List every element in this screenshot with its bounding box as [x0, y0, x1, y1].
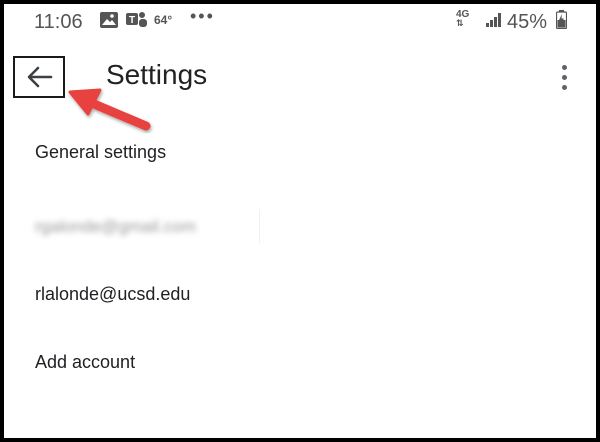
- signal-icon: [486, 13, 502, 32]
- add-account-item[interactable]: Add account: [35, 352, 135, 373]
- status-bar: 11:06 T 64° ••• 4G ⇅ 45%: [4, 4, 596, 34]
- general-settings-item[interactable]: General settings: [35, 142, 166, 163]
- more-notifications-icon: •••: [190, 6, 215, 26]
- account-item-blurred[interactable]: rgalonde@gmail.com: [4, 209, 260, 243]
- account-email-blurred: rgalonde@gmail.com: [35, 217, 196, 236]
- network-type: 4G ⇅: [456, 10, 469, 28]
- annotation-arrow-icon: [68, 88, 151, 131]
- clock: 11:06: [34, 11, 83, 33]
- gallery-icon: [100, 12, 118, 33]
- more-vert-icon[interactable]: [554, 62, 574, 94]
- battery-percent: 45%: [507, 11, 548, 33]
- teams-icon: T: [126, 11, 148, 34]
- arrow-back-icon: [27, 66, 53, 88]
- battery-charging-icon: [555, 10, 568, 34]
- screen: 11:06 T 64° ••• 4G ⇅ 45% Settings Genera…: [4, 4, 596, 438]
- svg-text:T: T: [129, 15, 135, 26]
- temperature: 64°: [154, 13, 173, 27]
- data-arrows-icon: ⇅: [456, 18, 464, 28]
- back-button[interactable]: [13, 56, 65, 98]
- account-item-ucsd[interactable]: rlalonde@ucsd.edu: [35, 284, 190, 305]
